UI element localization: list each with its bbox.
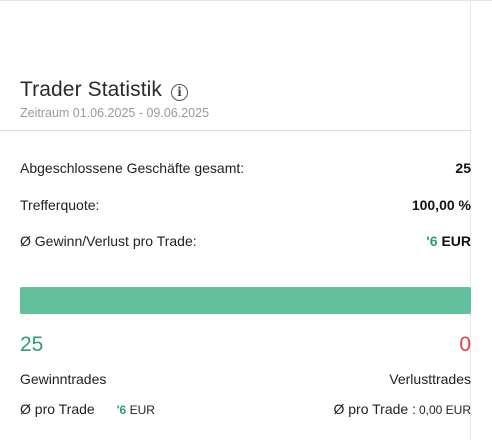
- loss-label: Verlusttrades: [389, 371, 471, 387]
- win-avg-row: Ø pro Trade '6 EUR: [20, 401, 155, 417]
- win-label: Gewinntrades: [20, 371, 107, 387]
- title-row: Trader Statistik i: [20, 76, 189, 104]
- stat-value: 100,00 %: [411, 197, 471, 213]
- stat-label: Ø Gewinn/Verlust pro Trade:: [20, 233, 197, 249]
- stat-label: Abgeschlossene Geschäfte gesamt:: [20, 160, 245, 176]
- avg-pnl-unit: EUR: [441, 233, 471, 249]
- stat-value: '6 EUR: [426, 233, 471, 249]
- stat-avg-pnl: Ø Gewinn/Verlust pro Trade: '6 EUR: [20, 231, 471, 251]
- win-count: 25: [20, 333, 44, 356]
- stat-value: 25: [455, 160, 471, 176]
- win-bar-fill: [20, 287, 471, 314]
- section-divider: [0, 130, 471, 131]
- stat-total-trades: Abgeschlossene Geschäfte gesamt: 25: [20, 158, 471, 178]
- loss-avg-row: Ø pro Trade :0,00 EUR: [333, 401, 471, 417]
- trader-statistics-panel: Trader Statistik i Zeitraum 01.06.2025 -…: [0, 0, 492, 440]
- stat-hit-rate: Trefferquote: 100,00 %: [20, 195, 471, 215]
- win-loss-bar: [20, 287, 471, 314]
- loss-avg-value: 0,00 EUR: [418, 403, 471, 417]
- stat-label: Trefferquote:: [20, 197, 100, 213]
- loss-avg-label: Ø pro Trade :: [333, 401, 416, 417]
- win-avg-unit: EUR: [129, 403, 155, 417]
- info-icon[interactable]: i: [171, 83, 189, 101]
- win-avg-amount: '6: [116, 403, 127, 417]
- period-label: Zeitraum 01.06.2025 - 09.06.2025: [20, 106, 210, 120]
- win-avg-label: Ø pro Trade: [20, 401, 95, 417]
- panel-title: Trader Statistik: [20, 78, 163, 101]
- top-divider: [0, 0, 492, 1]
- avg-pnl-amount: '6: [426, 233, 438, 249]
- loss-count: 0: [459, 333, 471, 356]
